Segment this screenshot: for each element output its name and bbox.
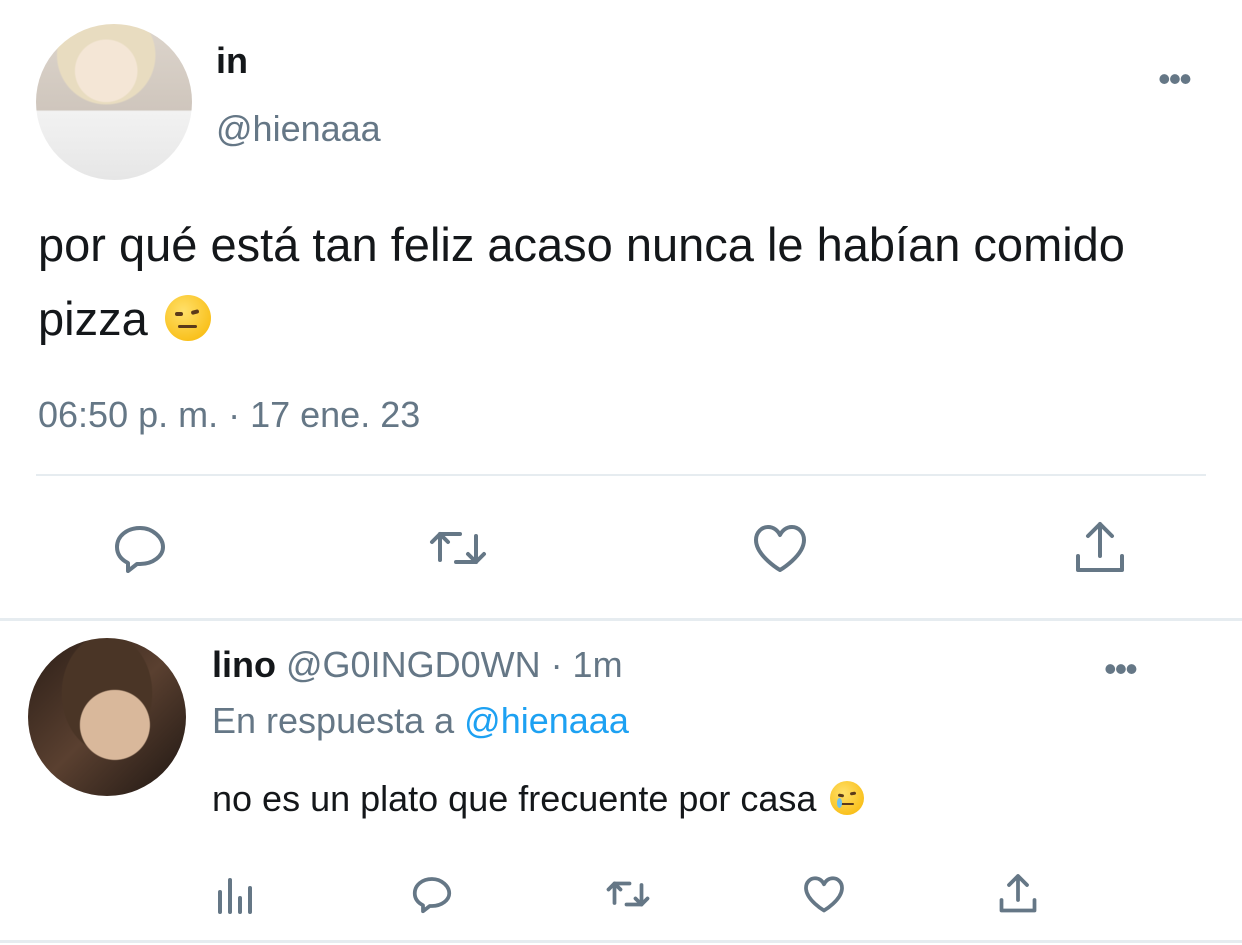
divider [36, 474, 1206, 476]
analytics-icon[interactable] [212, 870, 260, 918]
more-options-icon[interactable]: ••• [1158, 58, 1192, 100]
reply-text-content: no es un plato que frecuente por casa [212, 778, 817, 819]
reply-author-handle[interactable]: @G0INGD0WN · 1m [286, 644, 623, 685]
crying-face-icon [830, 781, 865, 815]
reply-mention-link[interactable]: @hienaaa [464, 700, 629, 741]
more-options-icon[interactable]: ••• [1104, 648, 1138, 690]
reply-author-avatar[interactable] [28, 638, 186, 796]
bottom-divider [0, 940, 1242, 943]
tweet-timestamp[interactable]: 06:50 p. m. · 17 ene. 23 [38, 394, 420, 436]
reply-header: lino @G0INGD0WN · 1m [212, 644, 623, 686]
reply-context: En respuesta a @hienaaa [212, 700, 629, 742]
tweet-text: por qué está tan feliz acaso nunca le ha… [38, 208, 1198, 356]
reply-author-name[interactable]: lino [212, 644, 276, 685]
retweet-icon[interactable] [604, 870, 652, 918]
raised-eyebrow-face-icon [164, 295, 211, 341]
share-icon[interactable] [994, 870, 1042, 918]
author-handle[interactable]: @hienaaa [216, 108, 381, 150]
share-icon[interactable] [1068, 516, 1132, 580]
reply-icon[interactable] [408, 870, 456, 918]
author-avatar[interactable] [36, 24, 192, 180]
author-name[interactable]: in [216, 40, 248, 82]
section-divider [0, 618, 1242, 621]
like-icon[interactable] [748, 516, 812, 580]
like-icon[interactable] [800, 870, 848, 918]
reply-prefix: En respuesta a [212, 700, 455, 741]
retweet-icon[interactable] [426, 516, 490, 580]
reply-text: no es un plato que frecuente por casa [212, 778, 865, 820]
reply-icon[interactable] [108, 516, 172, 580]
